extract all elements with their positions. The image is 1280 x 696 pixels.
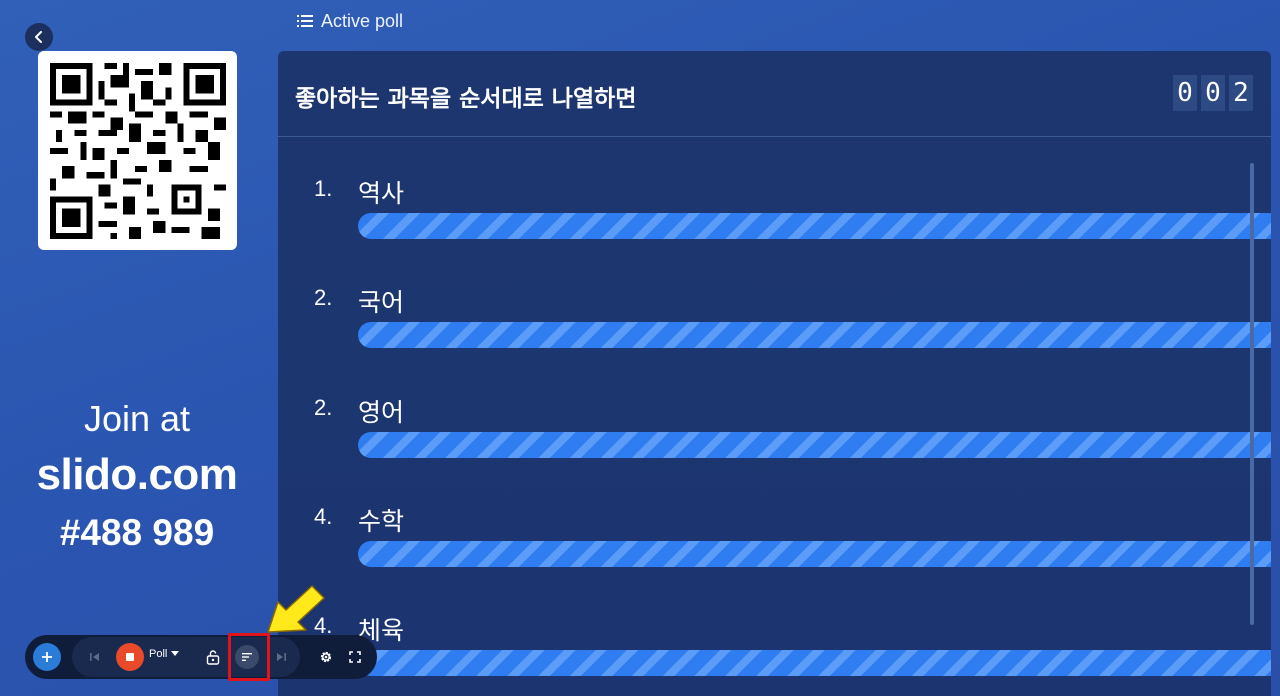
join-label: Join at xyxy=(83,398,191,439)
annotation-arrow-icon xyxy=(267,585,325,633)
response-counter: 0 0 2 xyxy=(1173,75,1253,111)
option-rank: 2. xyxy=(314,285,333,310)
qr-code xyxy=(38,51,237,250)
poll-question: 좋아하는 과목을 순서대로 나열하면 xyxy=(295,86,637,112)
poll-option: 4. 수학 xyxy=(278,504,1271,604)
option-bar xyxy=(358,650,1271,676)
chevron-left-icon xyxy=(35,31,42,43)
poll-header: 좋아하는 과목을 순서대로 나열하면 0 0 2 xyxy=(278,51,1271,137)
event-code: #488 989 xyxy=(59,512,215,553)
poll-options: 1. 역사 2. 국어 2. 영어 4. 수학 4. 체육 xyxy=(278,138,1271,696)
option-bar xyxy=(358,322,1271,348)
gear-icon xyxy=(320,651,332,663)
highlight-box xyxy=(228,633,270,681)
option-text: 국어 xyxy=(358,288,405,317)
poll-option: 4. 체육 xyxy=(278,613,1271,696)
previous-button[interactable] xyxy=(87,649,103,665)
option-rank: 4. xyxy=(314,504,333,529)
stop-icon xyxy=(126,653,134,661)
option-text: 역사 xyxy=(358,179,405,208)
counter-digit: 2 xyxy=(1229,75,1253,111)
option-text: 영어 xyxy=(358,398,405,427)
stop-button[interactable] xyxy=(116,643,144,671)
poll-option: 2. 국어 xyxy=(278,285,1271,385)
poll-option: 2. 영어 xyxy=(278,395,1271,495)
lock-icon xyxy=(206,650,220,665)
active-poll-label: Active poll xyxy=(321,10,404,31)
option-rank: 1. xyxy=(314,176,333,201)
option-rank: 2. xyxy=(314,395,333,420)
caret-down-icon xyxy=(171,651,180,656)
add-icon xyxy=(42,652,52,662)
join-url: slido.com xyxy=(36,450,238,499)
scrollbar[interactable] xyxy=(1250,163,1254,625)
active-poll-header: Active poll xyxy=(297,8,403,34)
option-bar xyxy=(358,541,1271,567)
option-text: 수학 xyxy=(358,507,405,536)
add-button[interactable] xyxy=(33,643,61,671)
settings-button[interactable] xyxy=(318,649,334,665)
qr-code-image xyxy=(49,62,226,239)
poll-dropdown-label: Poll xyxy=(149,648,168,660)
option-bar xyxy=(358,432,1271,458)
presenter-toolbar: Poll xyxy=(25,635,377,679)
fullscreen-button[interactable] xyxy=(347,649,363,665)
fullscreen-icon xyxy=(349,651,361,663)
previous-icon xyxy=(90,653,99,661)
back-button[interactable] xyxy=(25,23,53,51)
counter-digit: 0 xyxy=(1201,75,1225,111)
option-bar xyxy=(358,213,1271,239)
next-button[interactable] xyxy=(273,649,289,665)
list-icon xyxy=(297,15,313,27)
poll-dropdown[interactable]: Poll xyxy=(149,648,180,660)
next-icon xyxy=(277,653,286,661)
lock-button[interactable] xyxy=(204,648,222,666)
poll-option: 1. 역사 xyxy=(278,176,1271,276)
poll-panel: 좋아하는 과목을 순서대로 나열하면 0 0 2 1. 역사 2. 국어 2. … xyxy=(278,51,1271,696)
counter-digit: 0 xyxy=(1173,75,1197,111)
